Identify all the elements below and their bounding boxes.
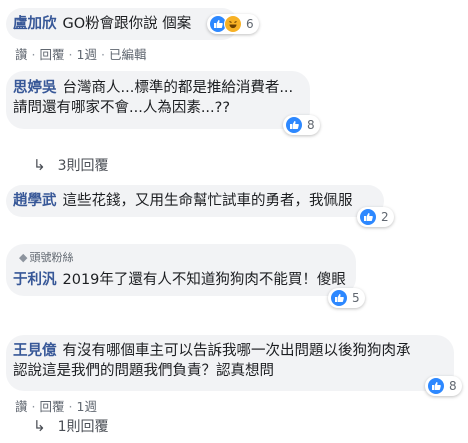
comment-text: 認說這是我們的問題我們負責？認真想問	[13, 363, 274, 379]
comment-text-line: 趙學武 這些花錢，又用生命幫忙試車的勇者，我佩服	[13, 192, 353, 210]
view-replies-button[interactable]: ↳ 3則回覆	[33, 155, 109, 175]
commenter-name[interactable]: 思婷吳	[13, 80, 57, 96]
edited-label: 已編輯	[108, 47, 147, 62]
timestamp-link[interactable]: 1週	[77, 399, 97, 414]
reply-link[interactable]: 回覆	[40, 47, 65, 62]
separator-dot: ·	[68, 47, 73, 62]
comment-actions: 讚 · 回覆 · 1週	[15, 396, 97, 415]
like-link[interactable]: 讚	[15, 47, 28, 62]
like-reaction-icon	[285, 116, 303, 134]
commenter-name[interactable]: 王見億	[13, 343, 57, 359]
reaction-count: 8	[307, 118, 315, 132]
separator-dot: ·	[31, 399, 36, 414]
comment-text-line: 請問還有哪家不會...人為因素...??	[13, 99, 230, 117]
reaction-summary[interactable]: 2	[357, 207, 394, 227]
separator-dot: ·	[68, 399, 73, 414]
reaction-summary[interactable]: 8	[425, 376, 462, 396]
comment-actions: 讚 · 回覆 · 1週 · 已編輯	[15, 44, 146, 63]
reaction-summary[interactable]: 8	[283, 115, 320, 135]
reply-count-label: 3則回覆	[57, 158, 109, 174]
separator-dot: ·	[100, 47, 105, 62]
comment-text: 請問還有哪家不會...人為因素...??	[13, 100, 231, 116]
like-reaction-icon	[359, 208, 377, 226]
comment-text: 2019年了還有人不知道狗狗肉不能買！傻眼	[62, 272, 346, 288]
badge-label: 頭號粉絲	[29, 251, 74, 264]
reaction-count: 6	[246, 17, 254, 31]
reaction-summary[interactable]: 5	[328, 288, 365, 308]
comment-text: GO粉會跟你說 個案	[62, 16, 192, 32]
commenter-name[interactable]: 趙學武	[13, 193, 57, 209]
diamond-icon: ◆	[19, 251, 28, 264]
view-replies-button[interactable]: ↳ 1則回覆	[33, 416, 109, 436]
comment-text-line: 王見億 有沒有哪個車主可以告訴我哪一次出問題以後狗狗肉承	[13, 342, 411, 360]
comment-text: 這些花錢，又用生命幫忙試車的勇者，我佩服	[62, 193, 353, 209]
reply-link[interactable]: 回覆	[40, 399, 65, 414]
reply-arrow-icon: ↳	[33, 417, 46, 435]
reaction-count: 8	[449, 379, 457, 393]
timestamp-link[interactable]: 1週	[77, 47, 97, 62]
commenter-name[interactable]: 盧加欣	[13, 16, 57, 32]
separator-dot: ·	[31, 47, 36, 62]
comment-text-line: 認說這是我們的問題我們負責？認真想問	[13, 362, 274, 380]
like-link[interactable]: 讚	[15, 399, 28, 414]
comment-text-line: 思婷吳 台灣商人...標準的都是推給消費者...	[13, 79, 293, 97]
reaction-summary[interactable]: 6	[207, 14, 259, 34]
haha-reaction-icon	[224, 15, 242, 33]
comment-text: 台灣商人...標準的都是推給消費者...	[62, 80, 294, 96]
reply-arrow-icon: ↳	[33, 156, 46, 174]
commenter-name[interactable]: 于利汎	[13, 272, 57, 288]
comment-text: 有沒有哪個車主可以告訴我哪一次出問題以後狗狗肉承	[62, 343, 411, 359]
reaction-count: 5	[352, 291, 360, 305]
like-reaction-icon	[427, 377, 445, 395]
comment-text-line: 于利汎 2019年了還有人不知道狗狗肉不能買！傻眼	[13, 271, 346, 289]
reaction-count: 2	[381, 210, 389, 224]
reply-count-label: 1則回覆	[57, 419, 109, 435]
top-fan-badge: ◆ 頭號粉絲	[19, 249, 73, 265]
like-reaction-icon	[330, 289, 348, 307]
comment-text-line: 盧加欣 GO粉會跟你說 個案	[13, 15, 191, 33]
